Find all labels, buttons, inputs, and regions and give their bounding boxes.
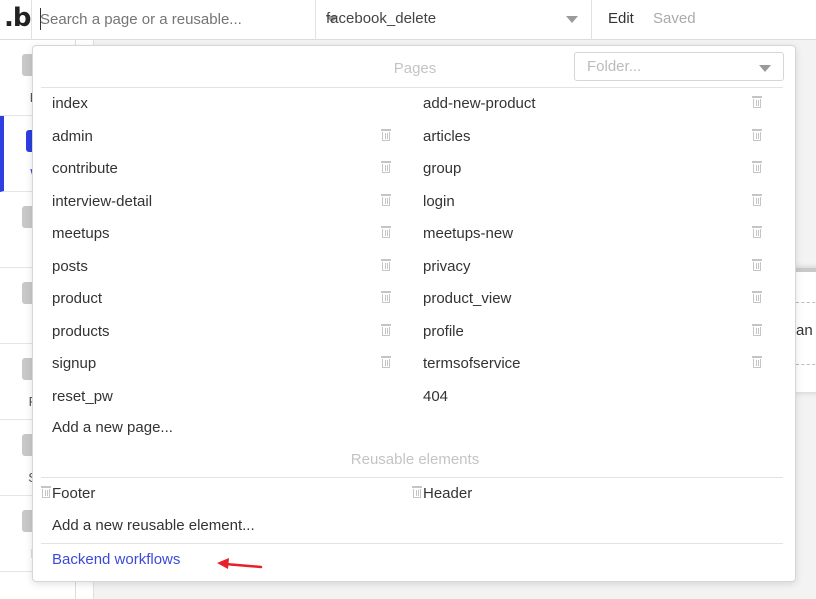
page-list-item[interactable]: login [412, 185, 783, 218]
page-name: login [423, 192, 455, 210]
folder-select-placeholder: Folder... [587, 58, 642, 75]
page-name: contribute [52, 160, 118, 177]
page-name: interview-detail [52, 192, 153, 210]
trash-icon[interactable] [381, 161, 391, 173]
page-list-item[interactable]: admin [41, 120, 412, 153]
annotation-arrow-icon [217, 558, 263, 569]
page-list-item[interactable]: interview-detail [41, 185, 412, 218]
add-new-reusable-link[interactable]: Add a new reusable element... [52, 517, 255, 534]
edit-menu[interactable]: Edit [608, 10, 634, 27]
trash-icon[interactable] [752, 291, 762, 303]
top-bar: .b facebook_delete Edit Saved [0, 0, 816, 40]
page-list-item[interactable]: signup [41, 347, 412, 380]
page-name: posts [52, 257, 88, 275]
trash-icon[interactable] [752, 226, 762, 238]
trash-icon[interactable] [412, 486, 422, 498]
reusable-section-title: Reusable elements [350, 451, 480, 468]
trash-icon[interactable] [752, 193, 762, 206]
trash-icon[interactable] [381, 323, 391, 336]
trash-icon[interactable] [381, 128, 391, 141]
page-list-item[interactable]: termsofservice [412, 347, 783, 380]
page-list-item[interactable]: contribute [41, 152, 412, 185]
backend-workflows-link[interactable]: Backend workflows [52, 551, 180, 568]
trash-icon[interactable] [752, 128, 762, 141]
trash-icon[interactable] [381, 356, 391, 368]
page-name: group [423, 160, 462, 177]
page-list-item[interactable]: privacy [412, 250, 783, 283]
page-list-item[interactable]: index [41, 87, 412, 120]
bubble-logo[interactable]: .b [0, 0, 32, 40]
page-name: product_view [423, 290, 512, 307]
page-list-item[interactable]: meetups-new [412, 217, 783, 250]
page-name: 404 [423, 387, 449, 405]
page-list-item[interactable]: reset_pw [41, 380, 412, 413]
pages-column-left: index admin contribute interview-detail meet… [41, 87, 412, 412]
trash-icon[interactable] [41, 486, 51, 498]
page-name: reset_pw [52, 387, 113, 405]
trash-icon[interactable] [752, 258, 762, 271]
card-text-fragment: an [796, 322, 813, 339]
pages-column-right: add-new-product articles group login meetups… [412, 87, 783, 412]
page-search-box[interactable] [31, 0, 338, 40]
page-name: signup [52, 355, 97, 372]
page-list-item[interactable]: add-new-product [412, 87, 783, 120]
current-page-name: facebook_delete [326, 10, 437, 27]
page-list-item[interactable]: profile [412, 315, 783, 348]
trash-icon[interactable] [381, 193, 391, 206]
trash-icon[interactable] [381, 258, 391, 271]
current-page-select[interactable]: facebook_delete [316, 0, 592, 40]
page-picker-dropdown: Pages Folder... index admin contribute inte… [32, 45, 796, 582]
page-name: articles [423, 127, 471, 145]
page-name: profile [423, 322, 464, 340]
trash-icon[interactable] [752, 96, 762, 108]
page-search-input[interactable] [40, 6, 290, 32]
folder-select[interactable]: Folder... [574, 52, 784, 81]
page-list-item[interactable]: Footer [41, 477, 412, 510]
page-name: Header [423, 485, 473, 502]
page-list-item[interactable]: product_view [412, 282, 783, 315]
page-name: index [52, 95, 88, 112]
page-list-item[interactable]: Header [412, 477, 783, 510]
page-list-item[interactable]: group [412, 152, 783, 185]
add-new-page-link[interactable]: Add a new page... [52, 419, 173, 436]
page-list-item[interactable]: meetups [41, 217, 412, 250]
dashed-divider [796, 364, 816, 365]
page-name: products [52, 322, 110, 340]
page-name: privacy [423, 257, 471, 275]
dashed-divider [796, 302, 816, 303]
page-name: product [52, 290, 103, 307]
page-list-item[interactable]: product [41, 282, 412, 315]
trash-icon[interactable] [752, 356, 762, 368]
save-status: Saved [653, 10, 696, 27]
page-list-item[interactable]: posts [41, 250, 412, 283]
page-name: admin [52, 127, 93, 145]
page-name: Footer [52, 485, 96, 502]
page-name: meetups [52, 225, 110, 242]
reusable-column-left: Footer [41, 477, 412, 510]
trash-icon[interactable] [752, 161, 762, 173]
reusable-column-right: Header [412, 477, 783, 510]
chevron-down-icon[interactable] [566, 16, 578, 23]
page-name: add-new-product [423, 95, 536, 112]
trash-icon[interactable] [752, 323, 762, 336]
page-list-item[interactable]: products [41, 315, 412, 348]
trash-icon[interactable] [381, 291, 391, 303]
page-list-item[interactable]: 404 [412, 380, 783, 413]
divider [41, 543, 783, 544]
trash-icon[interactable] [381, 226, 391, 238]
page-name: meetups-new [423, 225, 514, 242]
chevron-down-icon[interactable] [759, 65, 771, 72]
page-name: termsofservice [423, 355, 521, 372]
page-list-item[interactable]: articles [412, 120, 783, 153]
